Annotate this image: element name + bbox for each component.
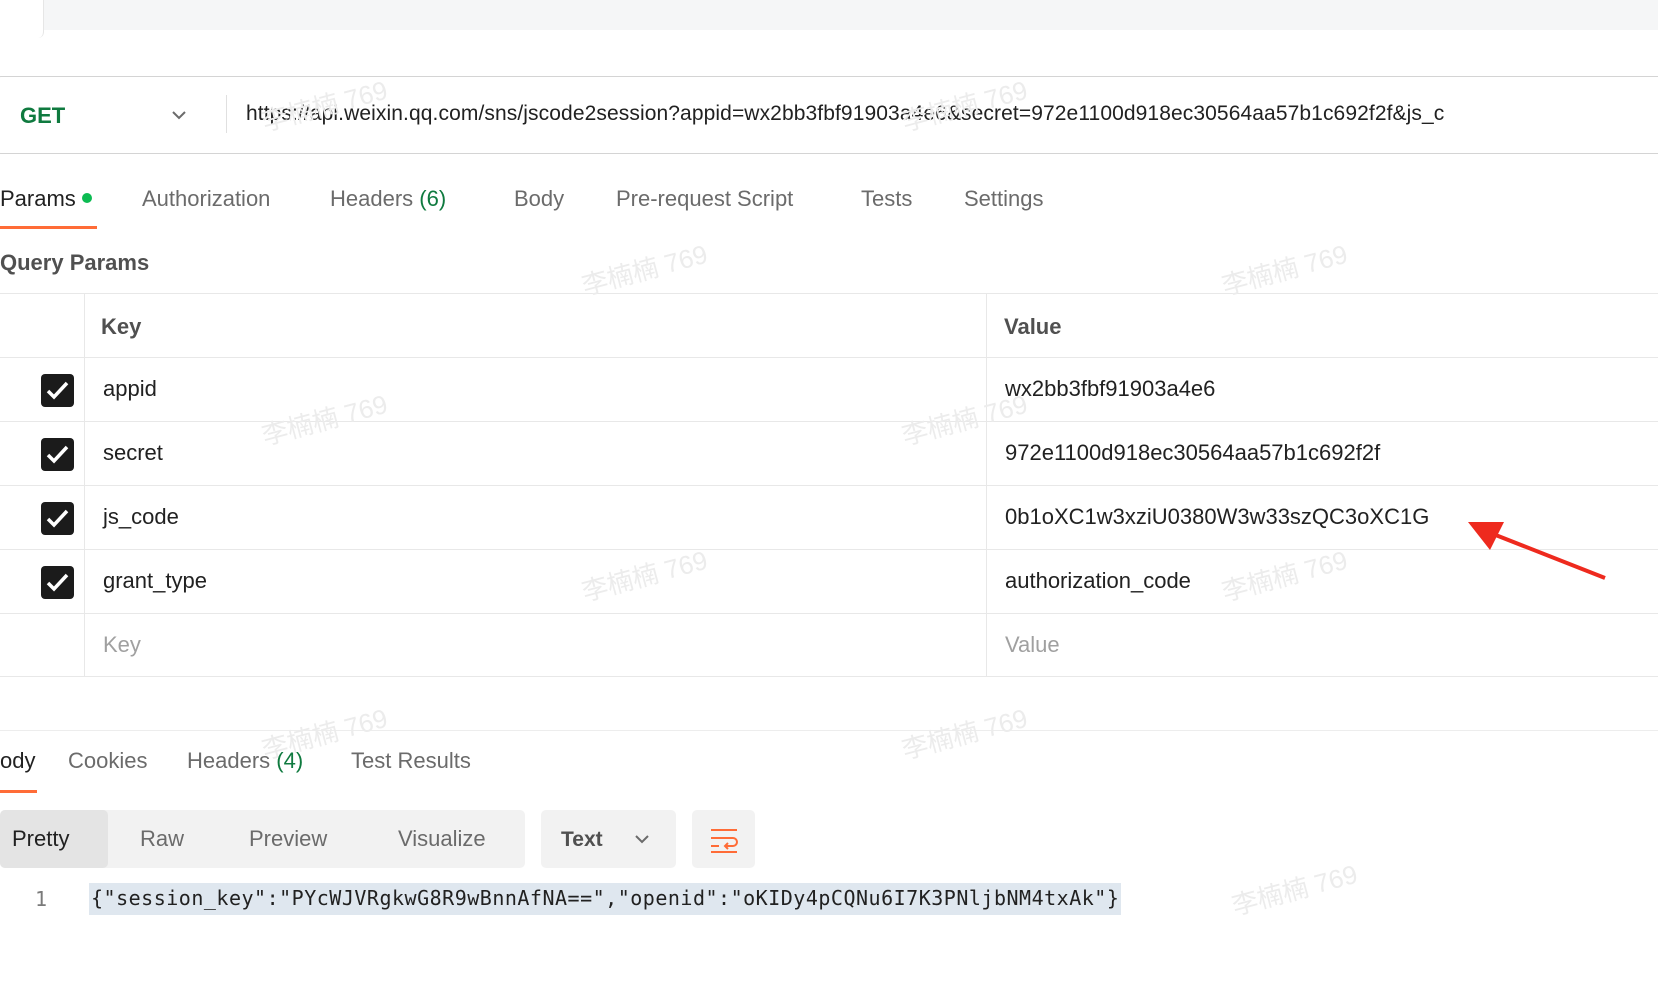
- param-key[interactable]: appid: [103, 376, 157, 402]
- table-row: secret 972e1100d918ec30564aa57b1c692f2f: [0, 421, 1658, 485]
- watermark: 李楠楠 769: [898, 702, 1031, 766]
- table-row: appid wx2bb3fbf91903a4e6: [0, 357, 1658, 421]
- view-mode-raw[interactable]: Raw: [140, 826, 184, 852]
- view-mode-visualize[interactable]: Visualize: [398, 826, 486, 852]
- response-tab-cookies[interactable]: Cookies: [68, 748, 147, 774]
- format-select[interactable]: Text: [541, 810, 676, 868]
- chevron-down-icon: [635, 835, 649, 844]
- tab-params[interactable]: Params: [0, 186, 92, 212]
- tab-headers[interactable]: Headers (6): [330, 186, 446, 212]
- param-value[interactable]: authorization_code: [1005, 568, 1191, 594]
- check-icon: [46, 445, 69, 464]
- table-header-row: Key Value: [0, 293, 1658, 357]
- column-header-value: Value: [1004, 314, 1062, 339]
- check-icon: [46, 509, 69, 528]
- wrap-text-icon: [711, 829, 738, 853]
- tab-authorization[interactable]: Authorization: [142, 186, 270, 212]
- query-params-title: Query Params: [0, 250, 150, 275]
- column-header-key: Key: [101, 314, 142, 339]
- table-row: js_code 0b1oXC1w3xziU0380W3w33szQC3oXC1G: [0, 485, 1658, 549]
- row-checkbox[interactable]: [41, 566, 74, 599]
- response-tab-headers-label: Headers: [187, 748, 271, 773]
- chevron-down-icon[interactable]: [168, 104, 190, 126]
- view-mode-preview[interactable]: Preview: [249, 826, 327, 852]
- wrap-lines-button[interactable]: [692, 810, 755, 868]
- param-value[interactable]: 0b1oXC1w3xziU0380W3w33szQC3oXC1G: [1005, 504, 1429, 530]
- response-tab-body[interactable]: ody: [0, 748, 35, 774]
- param-key[interactable]: secret: [103, 440, 163, 466]
- tab-tests[interactable]: Tests: [861, 186, 912, 212]
- view-mode-segmented-control: Pretty Raw Preview Visualize: [0, 810, 525, 868]
- method-select[interactable]: GET: [20, 103, 65, 129]
- red-arrow-annotation: [1468, 522, 1606, 580]
- params-active-dot: [81, 193, 92, 204]
- check-icon: [46, 381, 69, 400]
- param-key[interactable]: js_code: [103, 504, 179, 530]
- active-response-tab-indicator: [0, 790, 37, 793]
- view-mode-pretty[interactable]: Pretty: [12, 826, 69, 852]
- response-tab-headers[interactable]: Headers (4): [187, 748, 303, 774]
- table-row: grant_type authorization_code: [0, 549, 1658, 613]
- tab-headers-count: (6): [419, 186, 447, 211]
- param-value[interactable]: 972e1100d918ec30564aa57b1c692f2f: [1005, 440, 1380, 466]
- row-checkbox[interactable]: [41, 438, 74, 471]
- response-tab-headers-count: (4): [276, 748, 304, 773]
- active-tab-indicator: [0, 226, 97, 229]
- line-number: 1: [35, 887, 48, 911]
- url-divider: [226, 95, 227, 133]
- tab-settings[interactable]: Settings: [964, 186, 1044, 212]
- table-row-new: Key Value: [0, 613, 1658, 677]
- top-bar: [0, 0, 1658, 30]
- tab-body[interactable]: Body: [514, 186, 564, 212]
- new-key-input[interactable]: Key: [103, 632, 141, 658]
- response-tab-test-results[interactable]: Test Results: [351, 748, 471, 774]
- watermark: 李楠楠 769: [1228, 858, 1361, 922]
- request-tab[interactable]: [0, 0, 44, 38]
- response-body-line[interactable]: {"session_key":"PYcWJVRgkwG8R9wBnnAfNA==…: [89, 883, 1122, 915]
- tab-pre-request-script[interactable]: Pre-request Script: [616, 186, 793, 212]
- format-select-value: Text: [561, 828, 603, 851]
- new-value-input[interactable]: Value: [1005, 632, 1060, 658]
- tab-headers-label: Headers: [330, 186, 414, 211]
- url-input[interactable]: https://api.weixin.qq.com/sns/jscode2ses…: [246, 102, 1444, 126]
- check-icon: [46, 573, 69, 592]
- row-checkbox[interactable]: [41, 502, 74, 535]
- response-divider: [0, 730, 1658, 731]
- row-checkbox[interactable]: [41, 374, 74, 407]
- param-value[interactable]: wx2bb3fbf91903a4e6: [1005, 376, 1215, 402]
- tab-params-label: Params: [0, 186, 76, 211]
- param-key[interactable]: grant_type: [103, 568, 207, 594]
